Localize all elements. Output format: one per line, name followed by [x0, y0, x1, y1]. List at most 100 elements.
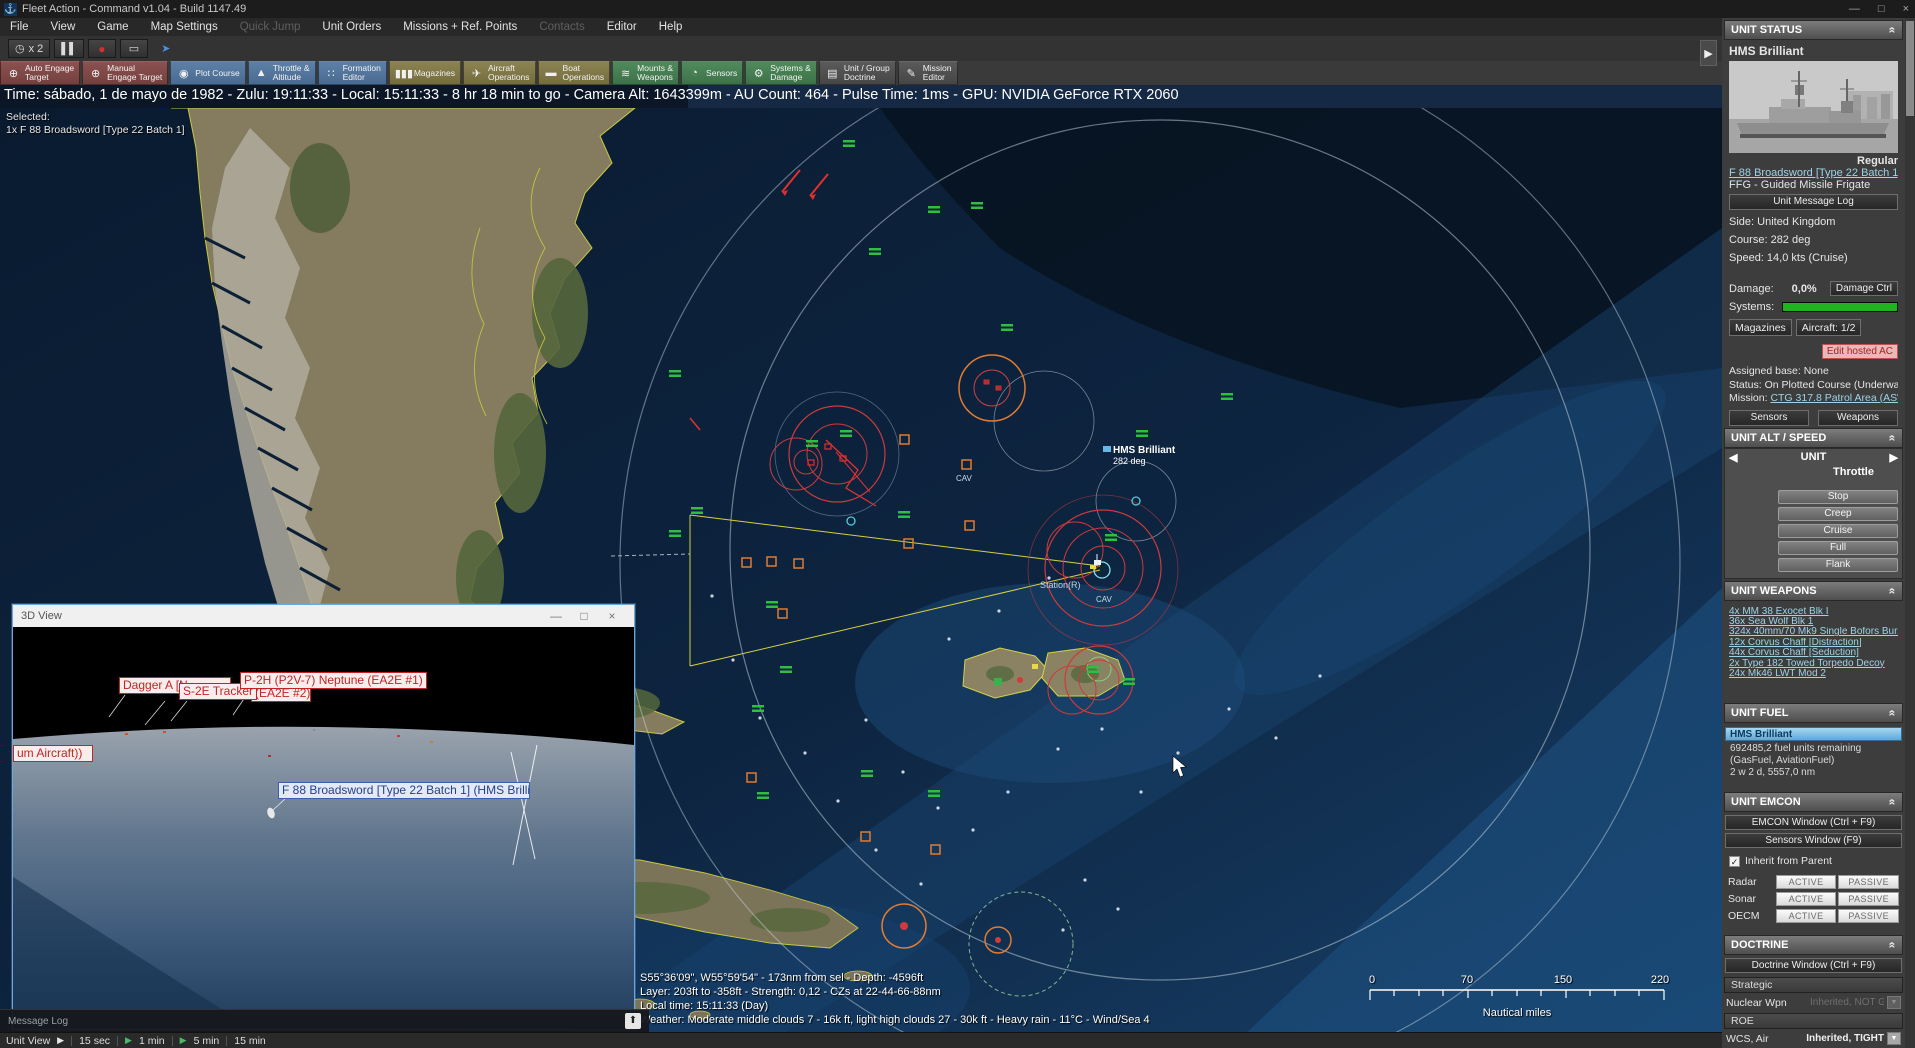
weapon-link[interactable]: 4x MM 38 Exocet Blk I: [1729, 607, 1898, 617]
doctrine-header[interactable]: DOCTRINE «: [1724, 935, 1903, 955]
unit-alt-speed-header[interactable]: UNIT ALT / SPEED «: [1724, 428, 1903, 448]
menu-view[interactable]: View: [51, 21, 76, 33]
mounts-weapons-button[interactable]: ≋ Mounts &Weapons: [612, 61, 679, 85]
menu-contacts: Contacts: [539, 21, 584, 33]
collapse-icon[interactable]: «: [1886, 27, 1900, 34]
time-step-15min[interactable]: 15 min: [234, 1035, 266, 1047]
dock-panel-icon[interactable]: ⬆: [625, 1013, 641, 1029]
formation-editor-button[interactable]: ∷ FormationEditor: [318, 61, 387, 85]
fuel-selected-unit[interactable]: HMS Brilliant: [1725, 727, 1902, 741]
plot-course-button[interactable]: ◉ Plot Course: [170, 61, 245, 85]
systems-damage-button[interactable]: ⚙ Systems &Damage: [745, 61, 817, 85]
time-step-1min[interactable]: 1 min: [139, 1035, 165, 1047]
unit-status-header[interactable]: UNIT STATUS «: [1724, 20, 1903, 40]
time-step-15sec[interactable]: 15 sec: [79, 1035, 110, 1047]
throttle-flank-button[interactable]: Flank: [1778, 558, 1898, 572]
unit-emcon-header[interactable]: UNIT EMCON «: [1724, 792, 1903, 812]
menu-help[interactable]: Help: [659, 21, 683, 33]
scrollbar-thumb[interactable]: [1906, 21, 1914, 116]
weapons-button[interactable]: Weapons: [1818, 410, 1898, 426]
3d-view-window[interactable]: 3D View — □ ×: [12, 604, 635, 1030]
magazines-button[interactable]: ▮▮▮ Magazines: [389, 61, 461, 85]
mission-editor-button[interactable]: ✎ MissionEditor: [898, 61, 958, 85]
radar-active-button[interactable]: ACTIVE: [1776, 875, 1837, 889]
auto-engage-target-button[interactable]: ⊕ Auto EngageTarget: [0, 61, 80, 85]
collapse-icon[interactable]: «: [1886, 710, 1900, 717]
weapon-link[interactable]: 2x Type 182 Towed Torpedo Decoy: [1729, 659, 1898, 669]
sonar-active-button[interactable]: ACTIVE: [1776, 892, 1837, 906]
close-icon[interactable]: ×: [1903, 3, 1909, 15]
edit-hosted-ac-button[interactable]: Edit hosted AC: [1822, 344, 1898, 359]
oecm-active-button[interactable]: ACTIVE: [1776, 909, 1837, 923]
mission-link[interactable]: CTG 317.8 Patrol Area (ASW Patrol): [1770, 392, 1898, 404]
record-button[interactable]: ●: [88, 39, 116, 58]
menu-file[interactable]: File: [10, 21, 29, 33]
3d-view-canvas[interactable]: Dagger A [N (EA2E #2) S-2E Tracker P-2H …: [13, 627, 634, 1029]
menu-unit-orders[interactable]: Unit Orders: [322, 21, 381, 33]
aircraft-count-button[interactable]: Aircraft: 1/2: [1796, 319, 1862, 336]
menu-game[interactable]: Game: [97, 21, 128, 33]
view-mode-label[interactable]: Unit View: [6, 1035, 50, 1047]
emcon-window-button[interactable]: EMCON Window (Ctrl + F9): [1725, 815, 1902, 830]
maximize-icon[interactable]: □: [570, 609, 598, 623]
play-icon[interactable]: ▶: [125, 1035, 132, 1046]
prev-unit-arrow[interactable]: ◀: [1729, 451, 1737, 464]
time-compression-button[interactable]: ◷ x 2: [8, 39, 50, 58]
collapse-icon[interactable]: «: [1886, 434, 1900, 441]
doctrine-window-button[interactable]: Doctrine Window (Ctrl + F9): [1725, 958, 1902, 973]
dropdown-icon[interactable]: ▼: [1887, 1032, 1901, 1045]
weapon-link[interactable]: 36x Sea Wolf Blk 1: [1729, 617, 1898, 627]
menu-map-settings[interactable]: Map Settings: [151, 21, 218, 33]
engage-icon: ⊕: [6, 67, 21, 80]
close-icon[interactable]: ×: [598, 609, 626, 623]
manual-engage-target-button[interactable]: ⊕ ManualEngage Target: [82, 61, 168, 85]
radar-passive-button[interactable]: PASSIVE: [1838, 875, 1899, 889]
sensors-button[interactable]: Sensors: [1729, 410, 1809, 426]
unit-class-link[interactable]: F 88 Broadsword [Type 22 Batch 1]: [1729, 167, 1898, 179]
minimize-icon[interactable]: —: [542, 609, 570, 623]
next-unit-arrow[interactable]: ▶: [1890, 451, 1898, 464]
aircraft-operations-button[interactable]: ✈ AircraftOperations: [463, 61, 536, 85]
sensors-button[interactable]: ◔ Sensors: [681, 61, 743, 85]
menu-missions-ref-points[interactable]: Missions + Ref. Points: [403, 21, 517, 33]
throttle-altitude-button[interactable]: ▲ Throttle &Altitude: [248, 61, 316, 85]
weapon-link[interactable]: 24x Mk46 LWT Mod 2: [1729, 669, 1898, 679]
time-step-5min[interactable]: 5 min: [194, 1035, 220, 1047]
throttle-stop-button[interactable]: Stop: [1778, 490, 1898, 504]
inherit-checkbox[interactable]: ✓: [1729, 856, 1740, 867]
damage-ctrl-button[interactable]: Damage Ctrl: [1830, 281, 1898, 296]
maximize-icon[interactable]: □: [1878, 3, 1885, 15]
collapse-icon[interactable]: «: [1886, 587, 1900, 594]
unit-message-log-button[interactable]: Unit Message Log: [1729, 194, 1898, 210]
pointer-button[interactable]: ➤: [152, 39, 180, 58]
unit-fuel-header[interactable]: UNIT FUEL «: [1724, 703, 1903, 723]
weapon-link[interactable]: 44x Corvus Chaff [Seduction]: [1729, 648, 1898, 658]
play-icon[interactable]: ▶: [57, 1035, 64, 1046]
sensors-window-button[interactable]: Sensors Window (F9): [1725, 833, 1902, 848]
magazines-button[interactable]: Magazines: [1729, 319, 1792, 336]
weapon-link[interactable]: 324x 40mm/70 Mk9 Single Bofors Burst [4 …: [1729, 627, 1898, 637]
oecm-passive-button[interactable]: PASSIVE: [1838, 909, 1899, 923]
unit-group-doctrine-button[interactable]: ▤ Unit / GroupDoctrine: [819, 61, 896, 85]
contact-label-medium-aircraft[interactable]: um Aircraft)): [13, 745, 93, 762]
comms-button[interactable]: ▭: [120, 39, 148, 58]
unit-weapons-header[interactable]: UNIT WEAPONS «: [1724, 581, 1903, 601]
throttle-cruise-button[interactable]: Cruise: [1778, 524, 1898, 538]
collapse-icon[interactable]: «: [1886, 799, 1900, 806]
sidebar-expand-arrow[interactable]: ▶: [1700, 40, 1717, 66]
sidebar-scrollbar[interactable]: [1905, 18, 1915, 1048]
sonar-passive-button[interactable]: PASSIVE: [1838, 892, 1899, 906]
ownship-label-broadsword[interactable]: F 88 Broadsword [Type 22 Batch 1] (HMS B…: [278, 782, 530, 799]
3d-view-titlebar[interactable]: 3D View — □ ×: [13, 605, 634, 627]
boat-operations-button[interactable]: ▬ BoatOperations: [538, 61, 611, 85]
message-log-bar[interactable]: Message Log ⬆: [0, 1009, 649, 1032]
throttle-full-button[interactable]: Full: [1778, 541, 1898, 555]
collapse-icon[interactable]: «: [1886, 942, 1900, 949]
contact-label-p2h[interactable]: P-2H (P2V-7) Neptune (EA2E #1): [240, 672, 427, 689]
menu-editor[interactable]: Editor: [607, 21, 637, 33]
play-icon[interactable]: ▶: [180, 1035, 187, 1046]
throttle-creep-button[interactable]: Creep: [1778, 507, 1898, 521]
weapon-link[interactable]: 12x Corvus Chaff [Distraction]: [1729, 638, 1898, 648]
minimize-icon[interactable]: —: [1849, 3, 1860, 15]
pause-button[interactable]: ▌▌: [54, 39, 84, 58]
